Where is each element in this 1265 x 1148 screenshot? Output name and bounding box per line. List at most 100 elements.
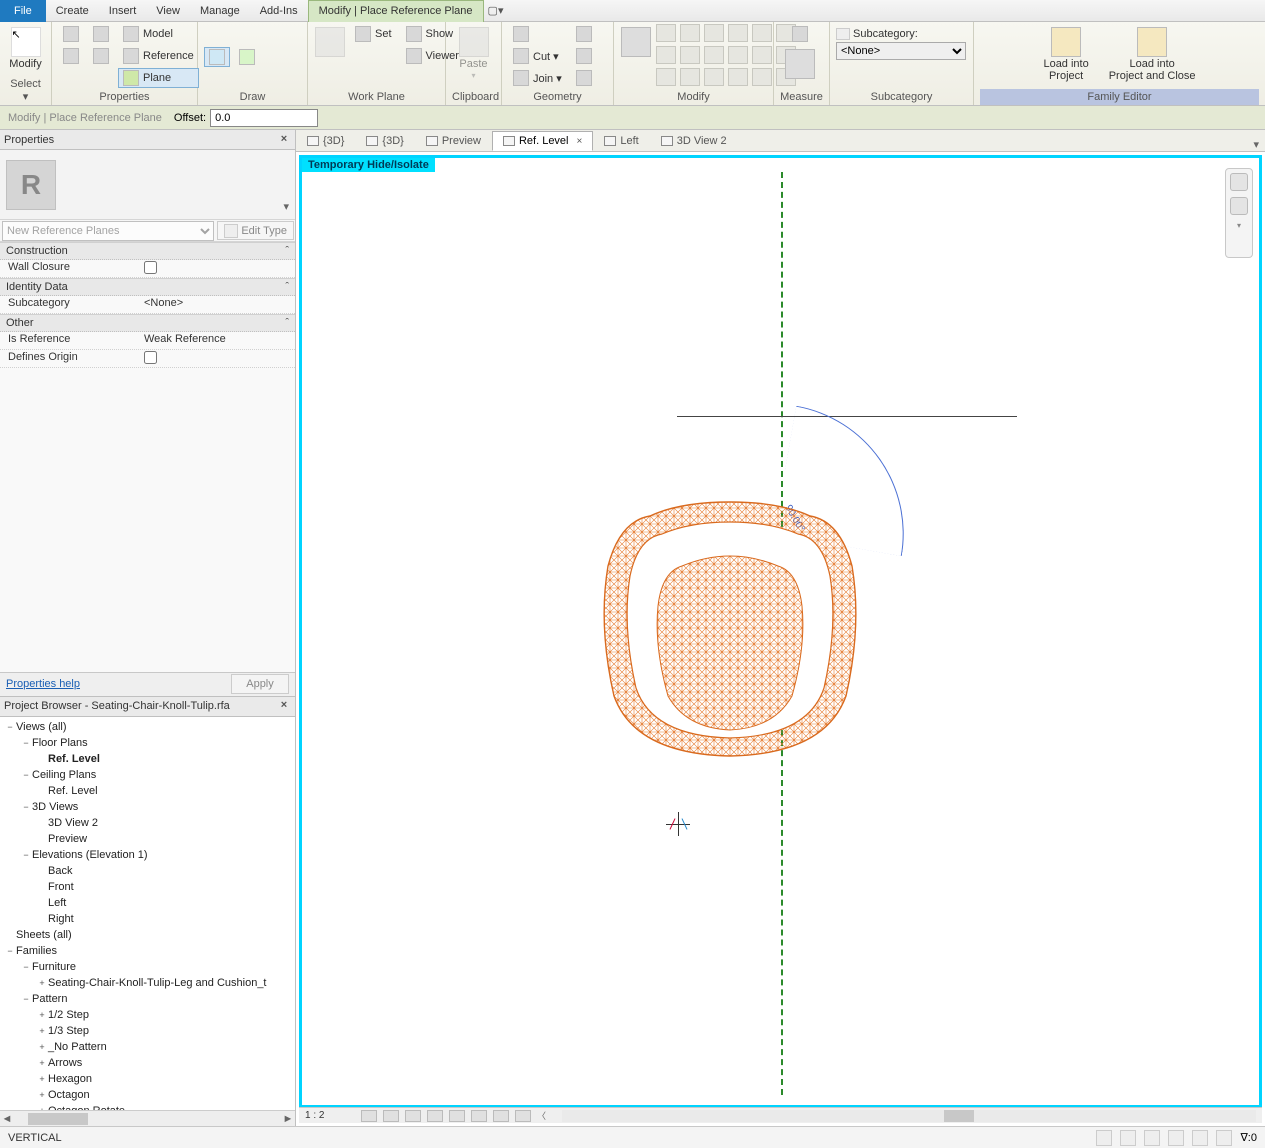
prop-is-reference-value[interactable]: Weak Reference <box>140 332 295 349</box>
offset-input[interactable] <box>210 109 318 127</box>
apply-button[interactable]: Apply <box>231 674 289 694</box>
tree-expander-icon[interactable]: + <box>36 1090 48 1100</box>
tree-node[interactable]: −Pattern <box>0 991 295 1007</box>
tree-node[interactable]: +Hexagon <box>0 1071 295 1087</box>
tab-manage[interactable]: Manage <box>190 0 250 22</box>
drawing-canvas[interactable]: Temporary Hide/Isolate ▾ 90.00° <box>299 155 1262 1108</box>
rotate-button[interactable] <box>656 46 676 64</box>
tree-expander-icon[interactable]: − <box>20 962 32 972</box>
status-background-button[interactable] <box>1216 1130 1232 1146</box>
reference-plane-button[interactable]: Plane <box>118 68 199 88</box>
status-drag-elements-button[interactable] <box>1192 1130 1208 1146</box>
tree-expander-icon[interactable]: + <box>36 978 48 988</box>
cope-button[interactable] <box>508 24 567 44</box>
tree-node[interactable]: +_No Pattern <box>0 1039 295 1055</box>
wall-join-button[interactable] <box>571 24 597 44</box>
scale-button[interactable] <box>752 46 772 64</box>
trim-extend-button[interactable] <box>680 46 700 64</box>
tree-node[interactable]: −Furniture <box>0 959 295 975</box>
load-into-project-close-button[interactable]: Load intoProject and Close <box>1104 24 1201 85</box>
tree-node[interactable]: Right <box>0 911 295 927</box>
zoom-all-icon[interactable] <box>1230 173 1248 191</box>
family-types-button[interactable] <box>58 46 84 66</box>
tree-node[interactable]: Ref. Level <box>0 783 295 799</box>
tree-node[interactable]: +1/3 Step <box>0 1023 295 1039</box>
sun-path-button[interactable] <box>405 1110 421 1122</box>
view-tab-3d-2[interactable]: {3D} <box>355 131 414 151</box>
type-image-dropdown-icon[interactable]: ▾ <box>283 200 289 213</box>
view-tabs-overflow-button[interactable]: ▾ <box>1253 138 1265 151</box>
split-face-button[interactable] <box>571 46 597 66</box>
tree-node[interactable]: −Views (all) <box>0 719 295 735</box>
view-tab-3d-1[interactable]: {3D} <box>296 131 355 151</box>
crop-region-button[interactable] <box>471 1110 487 1122</box>
tree-expander-icon[interactable]: − <box>20 850 32 860</box>
status-select-links-button[interactable] <box>1096 1130 1112 1146</box>
demolish-button[interactable] <box>704 68 724 86</box>
draw-pick-button[interactable] <box>234 47 260 67</box>
unpin-button[interactable] <box>680 68 700 86</box>
shadows-button[interactable] <box>427 1110 443 1122</box>
group-button[interactable] <box>728 68 748 86</box>
draw-line-button[interactable] <box>204 47 230 67</box>
tab-modify-contextual[interactable]: Modify | Place Reference Plane <box>308 0 484 22</box>
detail-level-button[interactable] <box>361 1110 377 1122</box>
subcategory-select[interactable]: <None> <box>836 42 966 60</box>
status-select-face-button[interactable] <box>1168 1130 1184 1146</box>
zoom-region-icon[interactable] <box>1230 197 1248 215</box>
tab-insert[interactable]: Insert <box>99 0 147 22</box>
edit-type-button[interactable]: Edit Type <box>217 221 294 240</box>
tree-node[interactable]: Ref. Level <box>0 751 295 767</box>
status-filter[interactable]: ∇:0 <box>1240 1131 1257 1144</box>
tab-view[interactable]: View <box>146 0 190 22</box>
tree-node[interactable]: +1/2 Step <box>0 1007 295 1023</box>
aligned-dim-button[interactable] <box>787 24 813 44</box>
view-scale[interactable]: 1 : 2 <box>305 1110 355 1121</box>
mirror-axis-button[interactable] <box>704 24 724 42</box>
prop-subcategory-value[interactable]: <None> <box>140 296 295 313</box>
split-button[interactable] <box>752 24 772 42</box>
tree-node[interactable]: −Elevations (Elevation 1) <box>0 847 295 863</box>
cut-geom-button[interactable]: Cut ▾ <box>508 46 567 66</box>
tree-node[interactable]: −Ceiling Plans <box>0 767 295 783</box>
offset-button[interactable] <box>680 24 700 42</box>
modify-tool-button[interactable]: ↖ Modify <box>4 24 46 73</box>
view-tab-left[interactable]: Left <box>593 131 649 151</box>
tree-expander-icon[interactable]: + <box>36 1010 48 1020</box>
tree-expander-icon[interactable]: − <box>4 946 16 956</box>
properties-help-link[interactable]: Properties help <box>6 678 80 690</box>
tree-expander-icon[interactable]: + <box>36 1074 48 1084</box>
measure-button[interactable] <box>780 46 820 82</box>
tree-expander-icon[interactable]: + <box>36 1058 48 1068</box>
paint-button[interactable] <box>571 68 597 88</box>
tree-expander-icon[interactable]: − <box>20 738 32 748</box>
join-geom-button[interactable]: Join ▾ <box>508 68 567 88</box>
type-properties-button[interactable] <box>88 24 114 44</box>
view-tab-ref-level[interactable]: Ref. Level× <box>492 131 593 151</box>
view-ctrl-more-icon[interactable]: 〈 <box>537 1109 546 1122</box>
view-horizontal-scrollbar[interactable] <box>562 1110 1256 1122</box>
lock-button[interactable] <box>752 68 772 86</box>
tree-node[interactable]: +Octagon <box>0 1087 295 1103</box>
move-button[interactable] <box>620 24 652 60</box>
tab-file[interactable]: File <box>0 0 46 22</box>
properties-button[interactable] <box>58 24 84 44</box>
wall-closure-checkbox[interactable] <box>144 261 157 274</box>
load-into-project-button[interactable]: Load intoProject <box>1038 24 1093 85</box>
tree-node[interactable]: −3D Views <box>0 799 295 815</box>
tab-addins[interactable]: Add-Ins <box>250 0 308 22</box>
tab-create[interactable]: Create <box>46 0 99 22</box>
align-button[interactable] <box>656 24 676 42</box>
view-tab-preview[interactable]: Preview <box>415 131 492 151</box>
tree-node[interactable]: Preview <box>0 831 295 847</box>
defines-origin-checkbox[interactable] <box>144 351 157 364</box>
hide-isolate-button[interactable] <box>493 1110 509 1122</box>
tree-expander-icon[interactable]: − <box>4 722 16 732</box>
tree-node[interactable]: Sheets (all) <box>0 927 295 943</box>
status-select-underlay-button[interactable] <box>1120 1130 1136 1146</box>
group-identity[interactable]: Identity Dataˆ <box>0 278 295 296</box>
status-select-pinned-button[interactable] <box>1144 1130 1160 1146</box>
project-browser-tree[interactable]: −Views (all)−Floor PlansRef. Level−Ceili… <box>0 717 295 1111</box>
group-other[interactable]: Otherˆ <box>0 314 295 332</box>
type-selector[interactable]: New Reference Planes <box>2 221 214 241</box>
